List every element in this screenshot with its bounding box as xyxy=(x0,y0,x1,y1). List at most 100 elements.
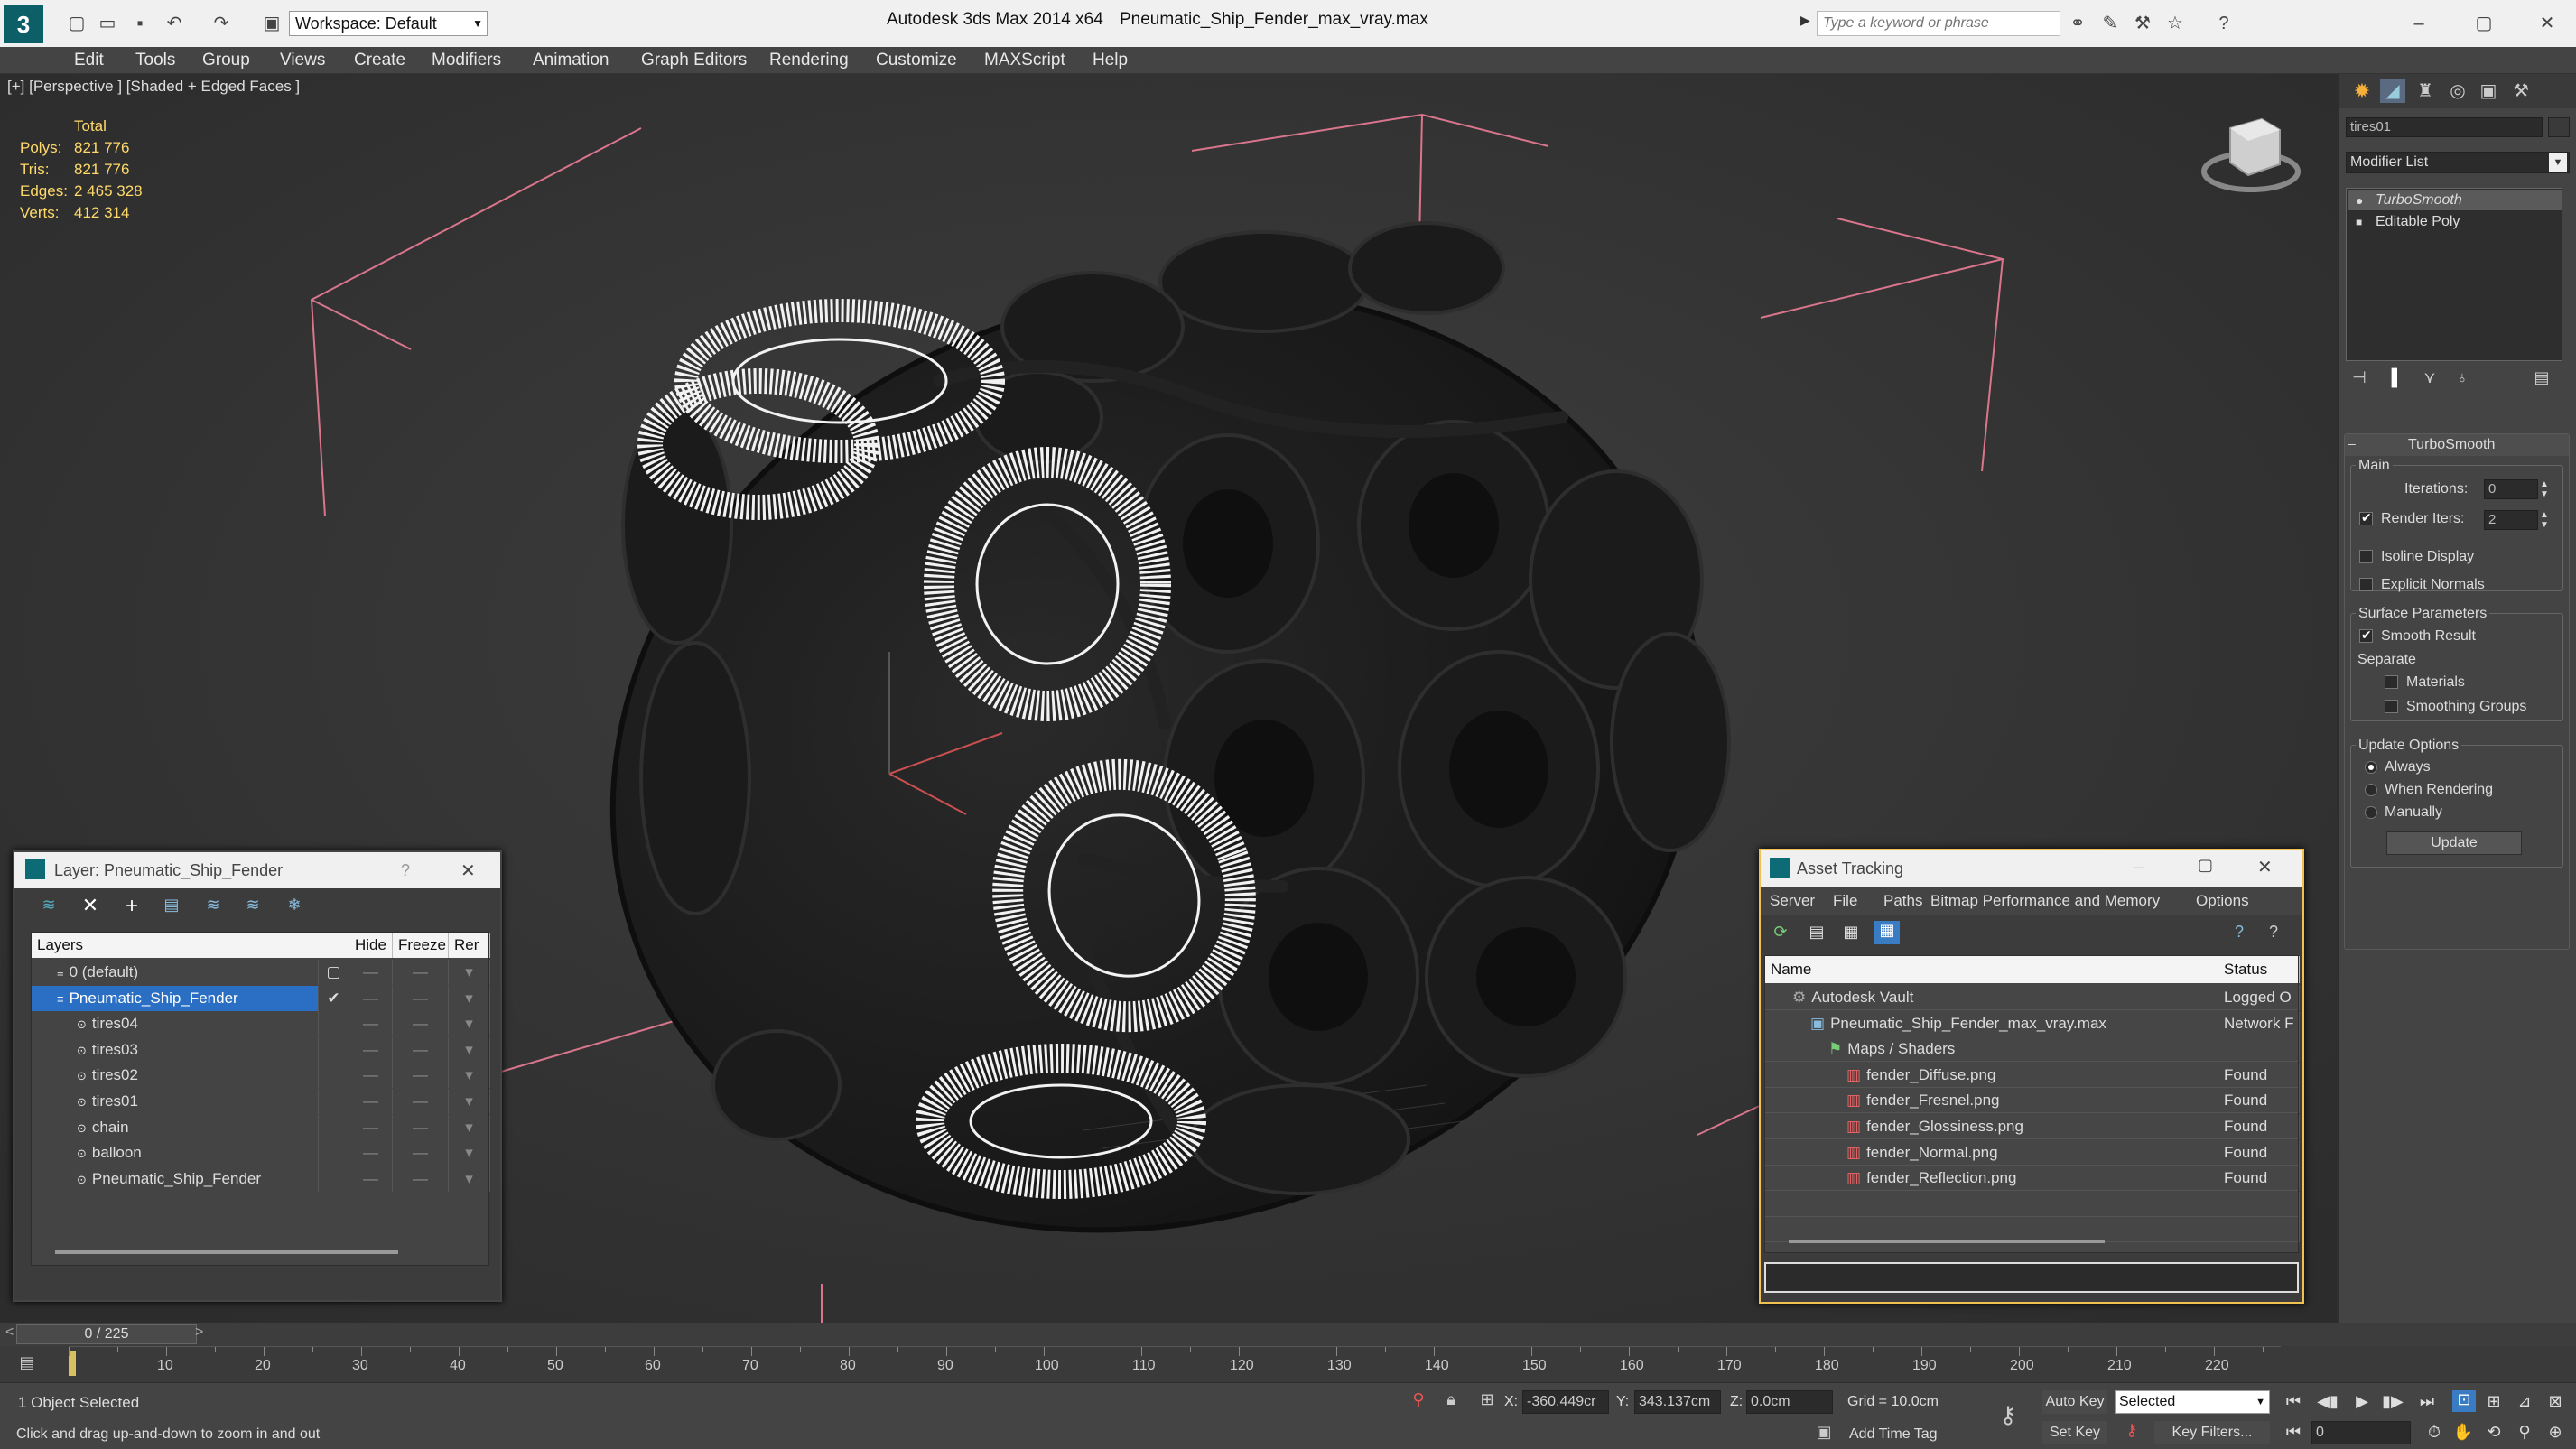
asset-row[interactable]: ⚙ Autodesk Vault Logged O xyxy=(1765,985,2300,1010)
motion-tab-icon[interactable]: ◎ xyxy=(2445,79,2470,103)
menu-create[interactable]: Create xyxy=(354,51,405,70)
absolute-mode-icon[interactable]: ⊞ xyxy=(1475,1390,1499,1409)
current-layer-cell[interactable] xyxy=(319,1063,349,1089)
current-layer-cell[interactable] xyxy=(319,1140,349,1166)
modify-tab-icon[interactable]: ◢ xyxy=(2380,79,2405,103)
freeze-toggle[interactable]: — xyxy=(393,1114,449,1140)
minimize-icon[interactable]: – xyxy=(2134,858,2144,877)
next-frame-icon[interactable]: ▮▶ xyxy=(2382,1392,2404,1411)
current-layer-cell[interactable] xyxy=(319,1166,349,1192)
menu-modifiers[interactable]: Modifiers xyxy=(432,51,501,70)
key-filters-button[interactable]: Key Filters... xyxy=(2154,1421,2270,1444)
maximize-icon[interactable]: ▢ xyxy=(2470,11,2497,36)
help-icon[interactable]: ? xyxy=(2210,11,2237,36)
utilities-tab-icon[interactable]: ⚒ xyxy=(2508,79,2534,103)
hide-toggle[interactable]: — xyxy=(349,985,393,1011)
column-layers[interactable]: Layers xyxy=(32,933,349,958)
layer-name-cell[interactable]: ⊙ chain xyxy=(32,1114,319,1140)
list-view-icon[interactable]: ▤ xyxy=(1806,923,1827,942)
iterations-spinner[interactable]: 0 xyxy=(2484,479,2538,499)
pin-stack-icon[interactable]: ⊣ xyxy=(2348,368,2371,387)
current-layer-cell[interactable]: ✔ xyxy=(319,985,349,1011)
always-radio[interactable] xyxy=(2365,761,2377,774)
configure-modifier-sets-icon[interactable]: ▤ xyxy=(2530,368,2553,387)
close-icon[interactable]: ✕ xyxy=(2257,856,2273,878)
close-icon[interactable]: ✕ xyxy=(2534,11,2561,36)
app-logo-icon[interactable]: 3 xyxy=(4,5,43,43)
isolate-selection-icon[interactable]: ⚲ xyxy=(1407,1390,1430,1409)
modifier-list-dropdown[interactable]: Modifier List ▼ xyxy=(2346,152,2570,173)
redo-icon[interactable]: ↷ xyxy=(208,11,235,36)
time-configuration-icon[interactable]: ⏱ xyxy=(2423,1423,2445,1442)
freeze-toggle[interactable]: — xyxy=(393,1166,449,1192)
render-iters-checkbox[interactable]: ✔ xyxy=(2359,510,2373,525)
maximize-viewport-icon[interactable]: ⊠ xyxy=(2544,1392,2566,1411)
layer-name-cell[interactable]: ⊙ tires04 xyxy=(32,1011,319,1037)
refresh-icon[interactable]: ⟳ xyxy=(1770,923,1791,942)
menu-tools[interactable]: Tools xyxy=(135,51,175,70)
layer-window-title-bar[interactable]: Layer: Pneumatic_Ship_Fender ? ✕ xyxy=(14,852,500,888)
help-about-icon[interactable]: ? xyxy=(2263,923,2284,942)
orbit-icon[interactable]: ⟲ xyxy=(2483,1423,2505,1442)
walk-through-icon[interactable]: ⚲ xyxy=(2514,1423,2535,1442)
explicit-normals-checkbox[interactable] xyxy=(2359,578,2373,591)
hide-toggle[interactable]: — xyxy=(349,1063,393,1089)
zoom-region-icon[interactable]: ⊕ xyxy=(2544,1423,2566,1442)
workspace-dropdown[interactable]: Workspace: Default ▼ xyxy=(289,11,488,36)
current-layer-cell[interactable] xyxy=(319,1114,349,1140)
smooth-result-checkbox[interactable]: ✔ xyxy=(2359,627,2373,643)
menu-rendering[interactable]: Rendering xyxy=(769,51,849,70)
current-frame-marker[interactable] xyxy=(69,1351,76,1376)
hide-toggle[interactable]: — xyxy=(349,1036,393,1063)
field-of-view-icon[interactable]: ⊿ xyxy=(2514,1392,2535,1411)
freeze-toggle[interactable]: — xyxy=(393,1089,449,1114)
delete-layer-icon[interactable]: ✕ xyxy=(78,894,103,917)
menu-group[interactable]: Group xyxy=(202,51,250,70)
asset-menu-paths[interactable]: Paths xyxy=(1883,892,1922,910)
open-file-icon[interactable]: ▭ xyxy=(94,11,121,36)
asset-window-title-bar[interactable]: Asset Tracking – ▢ ✕ xyxy=(1761,850,2302,887)
select-objects-icon[interactable]: ▤ xyxy=(159,896,184,915)
pan-view-icon[interactable]: ✋ xyxy=(2452,1423,2474,1442)
horizontal-scrollbar[interactable] xyxy=(1789,1240,2105,1243)
layer-name-cell[interactable]: ⊙ tires01 xyxy=(32,1089,319,1114)
layer-row[interactable]: ≡ Pneumatic_Ship_Fender ✔ — — ▾ xyxy=(32,985,490,1011)
asset-path-field[interactable] xyxy=(1764,1262,2299,1293)
hide-toggle[interactable]: — xyxy=(349,1011,393,1037)
viewport-label[interactable]: [+] [Perspective ] [Shaded + Edged Faces… xyxy=(7,78,300,96)
layer-name-cell[interactable]: ⊙ Pneumatic_Ship_Fender xyxy=(32,1166,319,1192)
project-folder-icon[interactable]: ▣ xyxy=(258,11,285,36)
layer-name-cell[interactable]: ≡ 0 (default) xyxy=(32,960,319,985)
hide-all-layers-icon[interactable]: ≋ xyxy=(240,896,265,915)
layer-row[interactable]: ≡ 0 (default) ▢ — — ▾ xyxy=(32,960,490,985)
column-render[interactable]: Rer xyxy=(449,933,490,958)
layer-row[interactable]: ⊙ tires02— — ▾ xyxy=(32,1063,490,1089)
x-coordinate-field[interactable]: -360.449cr xyxy=(1522,1390,1609,1414)
maximize-icon[interactable]: ▢ xyxy=(2198,856,2213,875)
render-toggle[interactable]: ▾ xyxy=(449,1036,490,1063)
save-file-icon[interactable]: ▪ xyxy=(126,11,153,36)
hide-toggle[interactable]: — xyxy=(349,960,393,985)
asset-menu-options[interactable]: Options xyxy=(2196,892,2249,910)
set-key-button[interactable]: Set Key xyxy=(2042,1421,2107,1444)
stack-item-editable-poly[interactable]: ■ Editable Poly xyxy=(2348,212,2562,232)
remove-modifier-icon[interactable]: ♁ xyxy=(2450,368,2474,387)
current-layer-cell[interactable] xyxy=(319,1011,349,1037)
time-slider-thumb[interactable]: 0 / 225 xyxy=(16,1324,197,1344)
z-coordinate-field[interactable]: 0.0cm xyxy=(1746,1390,1833,1414)
current-frame-field[interactable]: 0 xyxy=(2311,1421,2411,1444)
binoculars-icon[interactable]: ⚭ xyxy=(2064,11,2091,36)
mini-curve-editor-icon[interactable]: ▤ xyxy=(14,1353,40,1372)
asset-menu-bitmap-performance[interactable]: Bitmap Performance and Memory xyxy=(1930,892,2160,910)
set-key-mode-icon[interactable]: ⚷ xyxy=(1992,1401,2024,1429)
freeze-toggle[interactable]: — xyxy=(393,1011,449,1037)
spinner-arrows-icon[interactable]: ▲ ▼ xyxy=(2540,479,2549,499)
freeze-toggle[interactable]: — xyxy=(393,1063,449,1089)
asset-row[interactable]: ▥ fender_Glossiness.png Found xyxy=(1765,1114,2300,1139)
menu-animation[interactable]: Animation xyxy=(533,51,609,70)
update-button[interactable]: Update xyxy=(2386,831,2522,855)
stack-item-turbosmooth[interactable]: ● TurboSmooth xyxy=(2348,190,2562,210)
hide-toggle[interactable]: — xyxy=(349,1140,393,1166)
spinner-arrows-icon[interactable]: ▲ ▼ xyxy=(2540,510,2549,530)
new-file-icon[interactable]: ▢ xyxy=(63,11,90,36)
